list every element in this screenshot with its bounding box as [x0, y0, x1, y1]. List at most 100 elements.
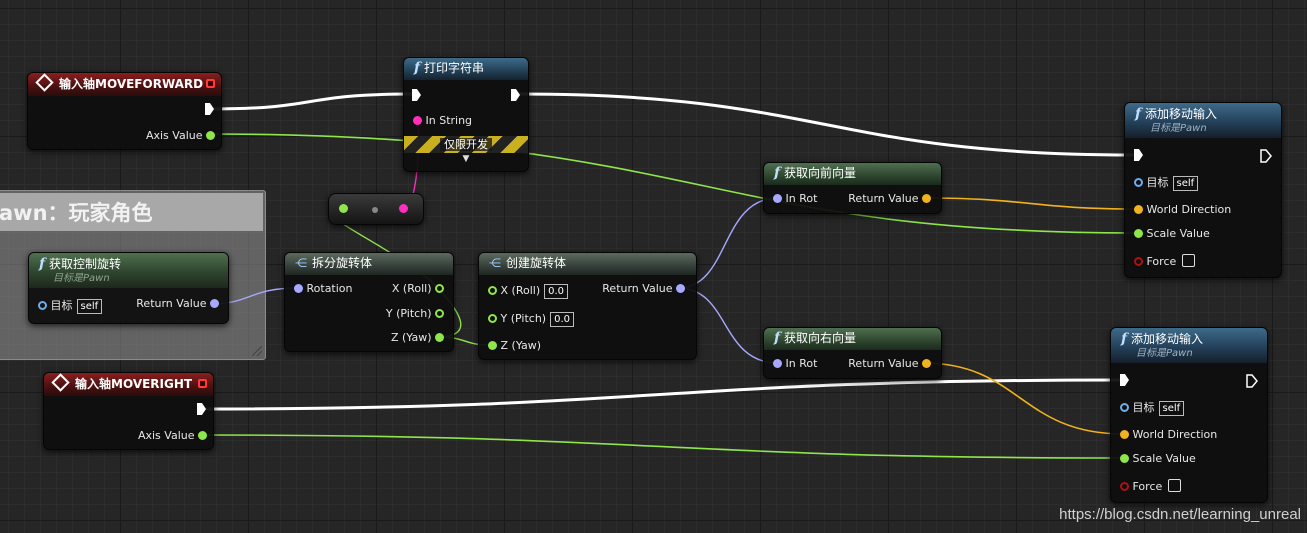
node-header[interactable]: ⋲ 创建旋转体 — [479, 253, 696, 275]
string-pin-icon — [413, 116, 422, 125]
x-roll-pin[interactable]: X (Roll) — [392, 282, 444, 296]
pin-label: X (Roll) — [391, 282, 432, 295]
node-title: 拆分旋转体 — [312, 256, 373, 270]
node-header[interactable]: f 获取向前向量 — [764, 163, 941, 185]
float-pin-icon — [488, 341, 497, 350]
target-pin[interactable]: 目标 self — [38, 299, 103, 314]
break-rotator-node[interactable]: ⋲ 拆分旋转体 Rotation X (Roll) Y (Pitch) Z (Ya… — [284, 252, 454, 352]
axis-value-pin[interactable]: Axis Value — [146, 129, 215, 143]
pin-label: Axis Value — [137, 429, 195, 442]
in-rot-pin[interactable]: In Rot — [773, 357, 817, 371]
object-pin-icon — [38, 301, 47, 310]
float-pin-icon — [488, 314, 497, 323]
node-subtitle: 目标是Pawn — [53, 273, 110, 284]
float-pin-icon — [1134, 229, 1143, 238]
force-pin[interactable]: Force — [1134, 254, 1196, 269]
exec-out-pin[interactable] — [197, 403, 206, 417]
pin-label: Return Value — [602, 282, 673, 295]
exec-wire — [518, 92, 1135, 157]
world-direction-pin[interactable]: World Direction — [1120, 428, 1217, 442]
reroute-in-pin[interactable] — [339, 202, 348, 216]
function-icon: f — [414, 60, 421, 76]
pin-label: In String — [425, 114, 473, 127]
get-forward-vector-node[interactable]: f 获取向前向量 In Rot Return Value — [763, 162, 942, 214]
input-axis-moveright-node[interactable]: 输入轴MOVERIGHT Axis Value — [43, 372, 214, 450]
vector-pin-icon — [1134, 205, 1143, 214]
make-rotator-node[interactable]: ⋲ 创建旋转体 X (Roll) 0.0 Y (Pitch) 0.0 Z (Yaw) … — [478, 252, 697, 360]
expand-arrow-icon[interactable]: ▼ — [404, 154, 528, 164]
rotator-pin-icon — [210, 299, 219, 308]
return-value-pin[interactable]: Return Value — [602, 282, 685, 296]
node-header[interactable]: f 获取控制旋转 目标是Pawn — [29, 253, 228, 288]
y-pitch-pin[interactable]: Y (Pitch) 0.0 — [488, 312, 574, 327]
exec-out-pin[interactable] — [511, 89, 520, 103]
force-checkbox[interactable] — [1182, 254, 1196, 267]
float-pin-icon — [339, 204, 348, 213]
world-direction-pin[interactable]: World Direction — [1134, 203, 1231, 217]
print-string-node[interactable]: f 打印字符串 In String 仅限开发 ▼ — [403, 57, 529, 172]
scale-value-pin[interactable]: Scale Value — [1134, 227, 1210, 241]
input-axis-moveforward-node[interactable]: 输入轴MOVEFORWARD Axis Value — [27, 72, 222, 150]
exec-out-pin[interactable] — [205, 103, 214, 117]
exec-out-pin[interactable] — [1260, 149, 1272, 164]
exec-in-pin[interactable] — [1134, 149, 1143, 163]
force-checkbox[interactable] — [1168, 479, 1182, 492]
exec-pin-hollow-icon — [1260, 149, 1272, 163]
axis-value-pin[interactable]: Axis Value — [138, 429, 207, 443]
add-movement-input-node[interactable]: f 添加移动输入 目标是Pawn 目标 self World Direction Sc… — [1124, 102, 1282, 278]
node-header[interactable]: 输入轴MOVERIGHT — [44, 373, 213, 396]
x-default-input[interactable]: 0.0 — [544, 284, 569, 299]
return-value-pin[interactable]: Return Value — [848, 192, 931, 206]
exec-in-pin[interactable] — [1120, 374, 1129, 388]
force-pin[interactable]: Force — [1120, 479, 1182, 494]
node-header[interactable]: ⋲ 拆分旋转体 — [285, 253, 453, 275]
exec-pin-icon — [412, 89, 421, 101]
z-yaw-pin[interactable]: Z (Yaw) — [488, 339, 541, 353]
exec-pin-icon — [205, 103, 214, 115]
float-pin-icon — [206, 131, 215, 140]
node-header[interactable]: f 添加移动输入 目标是Pawn — [1125, 103, 1281, 138]
pin-label: Force — [1146, 255, 1177, 268]
function-icon: f — [39, 256, 46, 272]
get-control-rotation-node[interactable]: f 获取控制旋转 目标是Pawn 目标 self Return Value — [28, 252, 229, 324]
z-yaw-pin[interactable]: Z (Yaw) — [391, 331, 444, 345]
self-default: self — [76, 299, 103, 314]
node-header[interactable]: f 添加移动输入 目标是Pawn — [1111, 328, 1267, 363]
reroute-node[interactable] — [328, 193, 424, 225]
float-pin-icon — [435, 309, 444, 318]
pin-label: 目标 — [1146, 176, 1169, 189]
in-rot-pin[interactable]: In Rot — [773, 192, 817, 206]
struct-icon: ⋲ — [489, 256, 501, 270]
return-value-pin[interactable]: Return Value — [136, 297, 219, 311]
reroute-out-pin[interactable] — [399, 202, 408, 216]
pin-label: Axis Value — [145, 129, 203, 142]
in-string-pin[interactable]: In String — [413, 114, 472, 128]
exec-in-pin[interactable] — [412, 89, 421, 103]
node-title: 输入轴MOVERIGHT — [75, 377, 193, 391]
y-default-input[interactable]: 0.0 — [550, 312, 574, 327]
delegate-pin-icon[interactable] — [206, 79, 215, 88]
event-diamond-icon — [51, 373, 70, 392]
float-wire — [197, 434, 1125, 459]
node-header[interactable]: f 打印字符串 — [404, 58, 528, 80]
scale-value-pin[interactable]: Scale Value — [1120, 452, 1196, 466]
vector-pin-icon — [922, 194, 931, 203]
comment-title[interactable]: awn：玩家角色 — [0, 193, 263, 231]
resize-grip-icon[interactable] — [252, 346, 262, 356]
target-pin[interactable]: 目标 self — [1134, 176, 1199, 191]
node-header[interactable]: f 获取向右向量 — [764, 328, 941, 350]
exec-out-pin[interactable] — [1246, 374, 1258, 389]
y-pitch-pin[interactable]: Y (Pitch) — [386, 307, 444, 321]
node-title: 添加移动输入 — [1131, 332, 1204, 346]
target-pin[interactable]: 目标 self — [1120, 401, 1185, 416]
node-header[interactable]: 输入轴MOVEFORWARD — [28, 73, 221, 96]
x-roll-pin[interactable]: X (Roll) 0.0 — [488, 284, 569, 299]
return-value-pin[interactable]: Return Value — [848, 357, 931, 371]
vector-wire — [922, 362, 1125, 435]
pin-label: 目标 — [50, 299, 73, 312]
add-movement-input-node[interactable]: f 添加移动输入 目标是Pawn 目标 self World Direction Sc… — [1110, 327, 1268, 503]
get-right-vector-node[interactable]: f 获取向右向量 In Rot Return Value — [763, 327, 942, 379]
delegate-pin-icon[interactable] — [198, 379, 207, 388]
rotation-pin[interactable]: Rotation — [294, 282, 353, 296]
exec-pin-icon — [1120, 374, 1129, 386]
